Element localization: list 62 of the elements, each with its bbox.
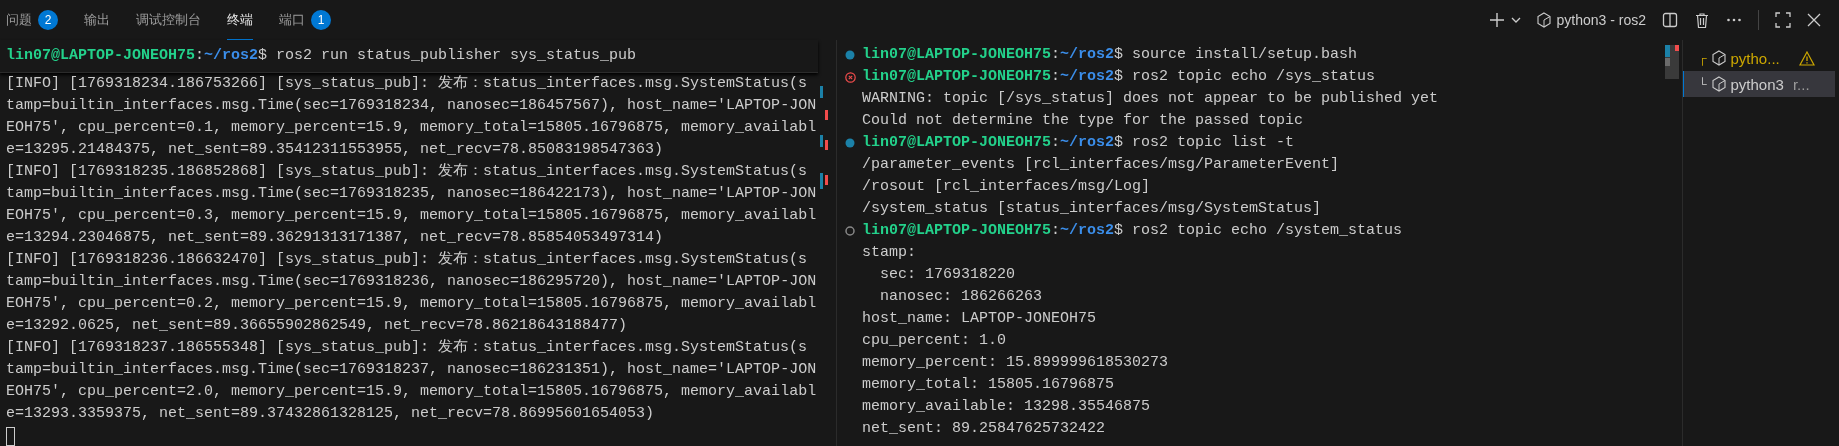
terminal-line: memory_percent: 15.899999618530273 bbox=[862, 353, 1169, 373]
terminal-list-item[interactable]: └ python3 r... bbox=[1683, 71, 1835, 97]
panel-tab[interactable]: 输出 bbox=[84, 0, 110, 40]
plus-icon[interactable] bbox=[1488, 12, 1505, 28]
terminal-line: lin07@LAPTOP-JONEOH75:~/ros2$ ros2 run status_publisher sys_status_pub bbox=[6, 46, 637, 66]
terminal-line: sec: 1769318220 bbox=[879, 265, 1016, 285]
terminal-line: EOH75', cpu_percent=2.0, memory_percent=15.9, memory_total=15805.16796875, memory_availabl bbox=[6, 382, 818, 402]
terminal-line: EOH75', cpu_percent=0.1, memory_percent=15.9, memory_total=15805.16796875, memory_availabl bbox=[6, 118, 818, 138]
terminal-line: lin07@LAPTOP-JONEOH75:~/ros2$ ros2 topic echo /sys_status bbox=[862, 67, 1376, 87]
terminal-line: [INFO] [1769318235.186852868] [sys_status_pub]: 发布：status_interfaces.msg.SystemStatus(s bbox=[6, 162, 809, 182]
terminal-line: /system_status [status_interfaces/msg/SystemStatus] bbox=[862, 199, 1322, 219]
terminal-line: [INFO] [1769318236.186632470] [sys_status_pub]: 发布：status_interfaces.msg.SystemStatus(s bbox=[6, 250, 809, 270]
terminal-line: memory_total: 15805.16796875 bbox=[862, 375, 1115, 395]
terminal-line: EOH75', cpu_percent=0.3, memory_percent=15.9, memory_total=15805.16796875, memory_availabl bbox=[6, 206, 818, 226]
panel-tab[interactable]: 问题 2 bbox=[6, 0, 58, 40]
maximize-icon[interactable] bbox=[1775, 12, 1791, 28]
panel-tab[interactable]: 终端 bbox=[227, 0, 253, 40]
success-dot-icon[interactable] bbox=[845, 138, 855, 148]
panel-tab[interactable]: 调试控制台 bbox=[136, 0, 201, 40]
split-icon[interactable] bbox=[1662, 12, 1678, 28]
more-icon[interactable] bbox=[1726, 18, 1742, 22]
overview-ruler bbox=[1665, 45, 1679, 79]
terminal-line: tamp=builtin_interfaces.msg.Time(sec=1769318237, nanosec=186231351), host_name='LAPTOP-JON bbox=[6, 360, 818, 380]
terminal-line: e=13293.3359375, net_sent=89.37432861328125, net_recv=78.86995601654053) bbox=[6, 404, 656, 424]
chevron-down-icon[interactable] bbox=[1510, 17, 1521, 23]
warning-icon bbox=[1798, 50, 1815, 66]
terminal-line: e=13295.21484375, net_sent=89.35412311553955, net_recv=78.85083198547363) bbox=[6, 140, 665, 160]
count-badge: 2 bbox=[38, 9, 58, 30]
terminal-line: stamp: bbox=[862, 243, 916, 263]
terminal-line: host_name: LAPTOP-JONEOH75 bbox=[862, 309, 1097, 329]
close-icon[interactable] bbox=[1807, 13, 1821, 27]
terminal-line: [INFO] [1769318234.186753266] [sys_status_pub]: 发布：status_interfaces.msg.SystemStatus(s bbox=[6, 74, 809, 94]
cube-icon bbox=[1536, 12, 1551, 28]
cube-icon bbox=[1711, 76, 1726, 92]
terminal-line: nanosec: 186266263 bbox=[879, 287, 1043, 307]
panel-tab[interactable]: 端口 1 bbox=[279, 0, 331, 40]
terminal-line: EOH75', cpu_percent=0.2, memory_percent=15.9, memory_total=15805.16796875, memory_availabl bbox=[6, 294, 818, 314]
circle-icon[interactable] bbox=[845, 226, 855, 236]
terminal-line: cpu_percent: 1.0 bbox=[862, 331, 1007, 351]
terminal-line: Could not determine the type for the passed topic bbox=[862, 111, 1304, 131]
text-cursor bbox=[6, 427, 15, 446]
terminal-line: memory_available: 13298.35546875 bbox=[862, 397, 1151, 417]
terminal-line: tamp=builtin_interfaces.msg.Time(sec=1769318236, nanosec=186295720), host_name='LAPTOP-JON bbox=[6, 272, 818, 292]
terminal-line: lin07@LAPTOP-JONEOH75:~/ros2$ ros2 topic echo /system_status bbox=[862, 221, 1403, 241]
terminal-list-item[interactable]: ┌ pytho... bbox=[1683, 45, 1835, 71]
terminal-line: /parameter_events [rcl_interfaces/msg/ParameterEvent] bbox=[862, 155, 1340, 175]
success-dot-icon[interactable] bbox=[845, 50, 855, 60]
cube-icon bbox=[1711, 50, 1726, 66]
terminal-line: tamp=builtin_interfaces.msg.Time(sec=1769318235, nanosec=186422173), host_name='LAPTOP-JON bbox=[6, 184, 818, 204]
terminal-line: lin07@LAPTOP-JONEOH75:~/ros2$ ros2 topic list -t bbox=[862, 133, 1295, 153]
terminal-dropdown[interactable]: python3 - ros2 bbox=[1536, 12, 1646, 28]
terminal-line: e=13294.23046875, net_sent=89.36291313171387, net_recv=78.85854053497314) bbox=[6, 228, 665, 248]
trash-icon[interactable] bbox=[1694, 11, 1710, 29]
terminal-line: e=13292.0625, net_sent=89.36655902862549, net_recv=78.86218643188477) bbox=[6, 316, 629, 336]
terminal-line: [INFO] [1769318237.186555348] [sys_status_pub]: 发布：status_interfaces.msg.SystemStatus(s bbox=[6, 338, 809, 358]
terminal-line: tamp=builtin_interfaces.msg.Time(sec=1769318234, nanosec=186457567), host_name='LAPTOP-JON bbox=[6, 96, 818, 116]
count-badge: 1 bbox=[311, 9, 331, 30]
terminal-line: net_sent: 89.25847625732422 bbox=[862, 419, 1106, 439]
terminal-line: lin07@LAPTOP-JONEOH75:~/ros2$ source install/setup.bash bbox=[862, 45, 1358, 65]
terminal-line: /rosout [rcl_interfaces/msg/Log] bbox=[862, 177, 1151, 197]
terminal-line: WARNING: topic [/sys_status] does not appear to be published yet bbox=[862, 89, 1439, 109]
error-circle-icon[interactable] bbox=[845, 71, 856, 83]
